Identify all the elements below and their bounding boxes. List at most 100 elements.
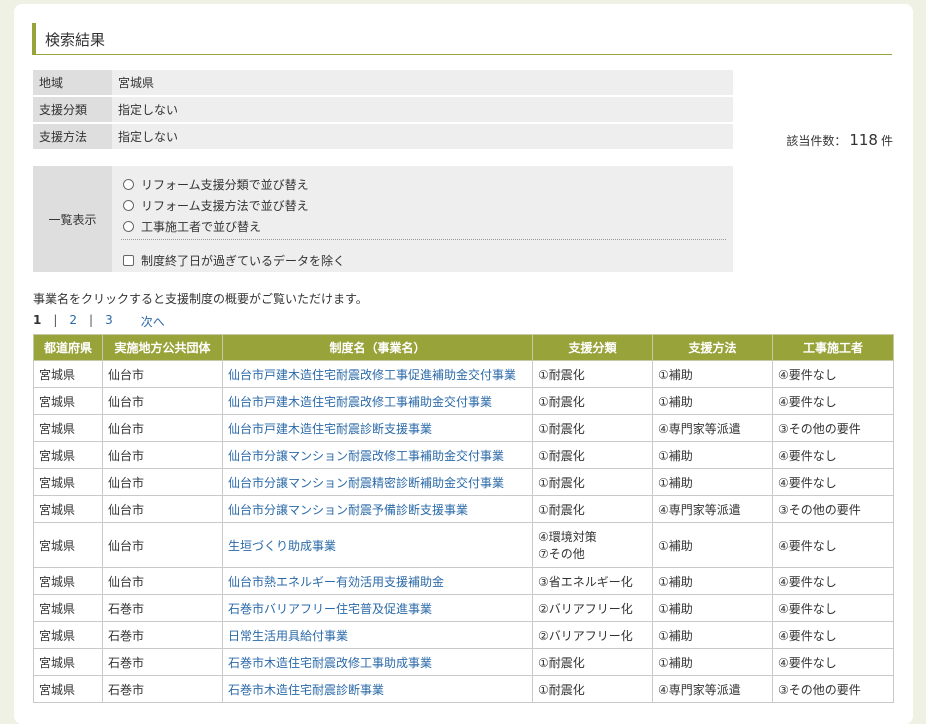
category-line: ④環境対策	[538, 530, 597, 544]
result-count-label: 該当件数：	[786, 134, 847, 148]
condition-value: 宮城県	[112, 70, 733, 97]
column-header-method: 支援方法	[652, 334, 773, 361]
program-link[interactable]: 仙台市戸建木造住宅耐震診断支援事業	[228, 422, 432, 436]
category-line: ⑦その他	[538, 547, 585, 561]
program-link[interactable]: 生垣づくり助成事業	[228, 539, 336, 553]
cell-municipality: 石巻市	[102, 648, 223, 676]
program-link[interactable]: 石巻市木造住宅耐震改修工事助成事業	[228, 656, 432, 670]
page-next-link[interactable]: 次へ	[141, 313, 165, 330]
table-row: 宮城県 石巻市 石巻市バリアフリー住宅普及促進事業 ②バリアフリー化 ①補助 ④…	[33, 594, 894, 622]
table-row: 宮城県 仙台市 仙台市分譲マンション耐震改修工事補助金交付事業 ①耐震化 ①補助…	[33, 441, 894, 469]
cell-municipality: 仙台市	[102, 468, 223, 496]
condition-row: 支援方法 指定しない	[33, 123, 733, 151]
table-header-row: 都道府県 実施地方公共団体 制度名（事業名） 支援分類 支援方法 工事施工者	[33, 334, 894, 361]
radio-icon[interactable]	[123, 179, 134, 190]
page-separator: |	[89, 313, 94, 327]
column-header-municipality: 実施地方公共団体	[102, 334, 223, 361]
column-header-category: 支援分類	[532, 334, 653, 361]
cell-category: ①耐震化	[532, 360, 653, 388]
list-display-options: 一覧表示 リフォーム支援分類で並び替え リフォーム支援方法で並び替え 工事施工者…	[33, 166, 733, 272]
results-table: 都道府県 実施地方公共団体 制度名（事業名） 支援分類 支援方法 工事施工者 宮…	[33, 334, 894, 703]
table-row: 宮城県 仙台市 仙台市戸建木造住宅耐震改修工事補助金交付事業 ①耐震化 ①補助 …	[33, 387, 894, 415]
program-link[interactable]: 石巻市バリアフリー住宅普及促進事業	[228, 602, 432, 616]
cell-municipality: 石巻市	[102, 675, 223, 703]
program-link[interactable]: 仙台市戸建木造住宅耐震改修工事補助金交付事業	[228, 395, 492, 409]
cell-method: ①補助	[652, 468, 773, 496]
cell-program-name: 仙台市戸建木造住宅耐震改修工事補助金交付事業	[222, 387, 533, 415]
cell-municipality: 仙台市	[102, 567, 223, 595]
table-row: 宮城県 石巻市 石巻市木造住宅耐震診断事業 ①耐震化 ④専門家等派遣 ③その他の…	[33, 675, 894, 703]
cell-prefecture: 宮城県	[33, 594, 103, 622]
search-conditions-table: 地域 宮城県 支援分類 指定しない 支援方法 指定しない	[33, 70, 733, 151]
column-header-program-name: 制度名（事業名）	[222, 334, 533, 361]
radio-icon[interactable]	[123, 200, 134, 211]
program-link[interactable]: 石巻市木造住宅耐震診断事業	[228, 683, 384, 697]
cell-builder: ④要件なし	[772, 441, 894, 469]
cell-builder: ④要件なし	[772, 594, 894, 622]
cell-municipality: 仙台市	[102, 522, 223, 568]
cell-method: ①補助	[652, 648, 773, 676]
sort-option-label: 工事施工者で並び替え	[141, 220, 262, 234]
page-link-3[interactable]: 3	[105, 313, 113, 330]
cell-program-name: 仙台市分譲マンション耐震精密診断補助金交付事業	[222, 468, 533, 496]
cell-method: ④専門家等派遣	[652, 414, 773, 442]
condition-value: 指定しない	[112, 123, 733, 151]
cell-method: ①補助	[652, 360, 773, 388]
result-count-unit: 件	[880, 134, 893, 148]
cell-municipality: 仙台市	[102, 414, 223, 442]
table-row: 宮城県 仙台市 仙台市分譲マンション耐震精密診断補助金交付事業 ①耐震化 ①補助…	[33, 468, 894, 496]
cell-program-name: 石巻市木造住宅耐震診断事業	[222, 675, 533, 703]
cell-prefecture: 宮城県	[33, 414, 103, 442]
sort-by-builder-radio[interactable]: 工事施工者で並び替え	[123, 218, 261, 235]
program-link[interactable]: 仙台市戸建木造住宅耐震改修工事促進補助金交付事業	[228, 368, 516, 382]
cell-builder: ④要件なし	[772, 468, 894, 496]
cell-builder: ④要件なし	[772, 387, 894, 415]
cell-category: ①耐震化	[532, 414, 653, 442]
program-link[interactable]: 仙台市分譲マンション耐震精密診断補助金交付事業	[228, 476, 504, 490]
cell-program-name: 石巻市バリアフリー住宅普及促進事業	[222, 594, 533, 622]
exclude-expired-checkbox[interactable]: 制度終了日が過ぎているデータを除く	[123, 252, 345, 269]
cell-municipality: 石巻市	[102, 621, 223, 649]
cell-program-name: 仙台市分譲マンション耐震改修工事補助金交付事業	[222, 441, 533, 469]
cell-category: ①耐震化	[532, 387, 653, 415]
dotted-divider	[121, 239, 726, 240]
cell-program-name: 仙台市戸建木造住宅耐震改修工事促進補助金交付事業	[222, 360, 533, 388]
page-current: 1	[33, 313, 42, 327]
cell-prefecture: 宮城県	[33, 387, 103, 415]
cell-builder: ④要件なし	[772, 648, 894, 676]
cell-program-name: 石巻市木造住宅耐震改修工事助成事業	[222, 648, 533, 676]
cell-method: ①補助	[652, 621, 773, 649]
cell-program-name: 仙台市分譲マンション耐震予備診断支援事業	[222, 495, 533, 523]
cell-category: ②バリアフリー化	[532, 621, 653, 649]
sort-by-method-radio[interactable]: リフォーム支援方法で並び替え	[123, 197, 309, 214]
condition-label: 支援分類	[33, 96, 112, 124]
cell-method: ①補助	[652, 441, 773, 469]
cell-program-name: 日常生活用具給付事業	[222, 621, 533, 649]
program-link[interactable]: 仙台市分譲マンション耐震予備診断支援事業	[228, 503, 468, 517]
program-link[interactable]: 仙台市分譲マンション耐震改修工事補助金交付事業	[228, 449, 504, 463]
program-link[interactable]: 仙台市熱エネルギー有効活用支援補助金	[228, 575, 444, 589]
cell-municipality: 仙台市	[102, 387, 223, 415]
sort-by-category-radio[interactable]: リフォーム支援分類で並び替え	[123, 176, 309, 193]
cell-category: ②バリアフリー化	[532, 594, 653, 622]
page-link-2[interactable]: 2	[69, 313, 77, 330]
cell-builder: ④要件なし	[772, 567, 894, 595]
cell-category: ①耐震化	[532, 468, 653, 496]
table-row: 宮城県 石巻市 石巻市木造住宅耐震改修工事助成事業 ①耐震化 ①補助 ④要件なし	[33, 648, 894, 676]
checkbox-icon[interactable]	[123, 255, 134, 266]
cell-builder: ④要件なし	[772, 360, 894, 388]
cell-method: ①補助	[652, 522, 773, 568]
cell-category: ①耐震化	[532, 495, 653, 523]
cell-prefecture: 宮城県	[33, 495, 103, 523]
cell-prefecture: 宮城県	[33, 360, 103, 388]
list-display-label: 一覧表示	[33, 166, 112, 272]
condition-row: 地域 宮城県	[33, 70, 733, 97]
cell-municipality: 仙台市	[102, 441, 223, 469]
cell-program-name: 生垣づくり助成事業	[222, 522, 533, 568]
radio-icon[interactable]	[123, 221, 134, 232]
condition-label: 支援方法	[33, 123, 112, 151]
program-link[interactable]: 日常生活用具給付事業	[228, 629, 348, 643]
cell-prefecture: 宮城県	[33, 621, 103, 649]
cell-builder: ③その他の要件	[772, 495, 894, 523]
cell-method: ④専門家等派遣	[652, 675, 773, 703]
